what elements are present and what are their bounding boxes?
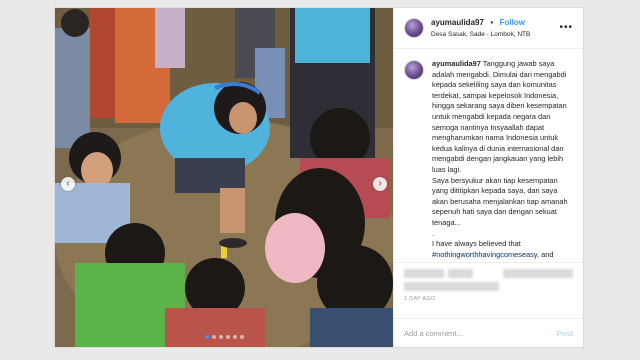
carousel-dot	[204, 335, 209, 339]
chevron-right-icon[interactable]: ›	[373, 177, 387, 191]
caption-avatar[interactable]	[404, 60, 424, 80]
follow-button[interactable]: Follow	[500, 18, 525, 27]
carousel-dot	[225, 335, 230, 339]
username-link[interactable]: ayumaulida97	[431, 18, 484, 27]
blurred-block	[404, 269, 444, 278]
carousel-dot	[218, 335, 223, 339]
hashtag-link[interactable]: #nothingworthhavingcomeseasy	[432, 250, 537, 259]
caption-username[interactable]: ayumaulida97	[432, 59, 481, 68]
caption-tail: , and	[537, 249, 554, 259]
carousel-dots	[55, 335, 393, 339]
blurred-block	[448, 269, 473, 278]
comments-area: ayumaulida97 Tanggung jawab saya adalah …	[394, 49, 583, 262]
timestamp: 1 DAY AGO	[404, 296, 436, 302]
add-comment-bar: Add a comment... Post	[394, 318, 583, 347]
blurred-action-row	[404, 269, 573, 278]
post-side-panel: ayumaulida97 • Follow Desa Sasak, Sade -…	[393, 8, 583, 347]
comment-input[interactable]: Add a comment...	[404, 329, 463, 338]
post-footer: 1 DAY AGO	[394, 262, 583, 318]
location-link[interactable]: Desa Sasak, Sade - Lombok, NTB	[431, 29, 530, 41]
blurred-likes-row	[404, 282, 573, 291]
post-photo[interactable]: ‹ ›	[55, 8, 393, 347]
caption-text: Tanggung jawab saya adalah mengabdi. Dim…	[432, 59, 568, 249]
separator: •	[490, 18, 494, 27]
instagram-post: ‹ › ayumaulida97 • Follow Desa Sasak, Sa…	[54, 7, 584, 348]
carousel-dot	[239, 335, 244, 339]
chevron-left-icon[interactable]: ‹	[61, 177, 75, 191]
blurred-block	[503, 269, 573, 278]
post-header: ayumaulida97 • Follow Desa Sasak, Sade -…	[394, 8, 583, 49]
caption: ayumaulida97 Tanggung jawab saya adalah …	[432, 59, 573, 262]
avatar[interactable]	[404, 18, 424, 38]
header-text: ayumaulida97 • Follow Desa Sasak, Sade -…	[431, 15, 530, 41]
carousel-dot	[211, 335, 216, 339]
blurred-block	[404, 282, 499, 291]
more-horizontal-icon[interactable]: •••	[559, 22, 573, 33]
carousel-dot	[232, 335, 237, 339]
photo-scene	[55, 8, 393, 347]
post-comment-button[interactable]: Post	[557, 329, 573, 338]
